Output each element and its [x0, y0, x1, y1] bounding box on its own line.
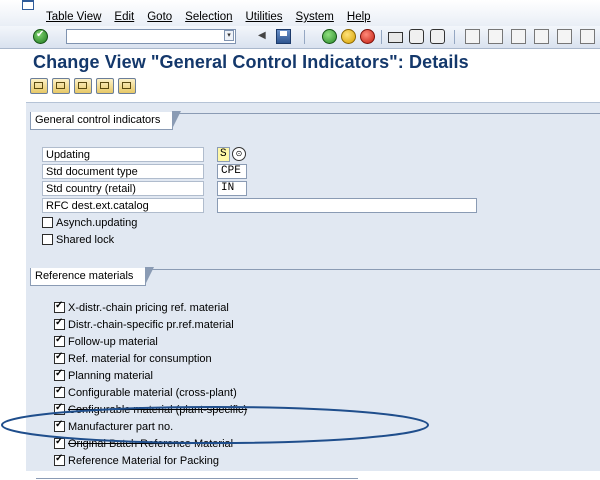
checkbox[interactable] [54, 436, 65, 449]
ref-item-distr-chain-specific[interactable]: Distr.-chain-specific pr.ref.material [54, 317, 234, 332]
menu-items: Table View Edit Goto Selection Utilities… [46, 11, 371, 23]
page-title: Change View "General Control Indicators"… [33, 52, 469, 72]
back-icon[interactable] [322, 29, 337, 44]
rfc-dest-input[interactable] [217, 198, 477, 213]
reference-materials-list: X-distr.-chain pricing ref. material Dis… [36, 300, 358, 479]
create-session-icon[interactable] [557, 29, 572, 44]
group-title: Reference materials [30, 267, 155, 286]
checkbox[interactable] [54, 334, 65, 347]
checkbox-label: Ref. material for consumption [68, 352, 212, 365]
ref-item-configurable-cross-plant[interactable]: Configurable material (cross-plant) [54, 385, 237, 400]
next-page-icon[interactable] [511, 29, 526, 44]
menu-utilities[interactable]: Utilities [245, 11, 282, 23]
checkbox-label: Follow-up material [68, 335, 158, 348]
checkbox-label: X-distr.-chain pricing ref. material [68, 301, 229, 314]
checkbox-label: Configurable material (cross-plant) [68, 386, 237, 399]
toolbar-separator [381, 30, 382, 44]
find-next-icon[interactable] [430, 29, 445, 44]
checkbox-label: Manufacturer part no. [68, 420, 174, 433]
checkbox[interactable] [54, 419, 65, 432]
cancel-icon[interactable] [360, 29, 375, 44]
toolbar-separator [304, 30, 305, 44]
save-icon[interactable] [276, 29, 291, 44]
std-country-input[interactable]: IN [217, 181, 247, 196]
group-title-text: Reference materials [35, 270, 134, 282]
checkbox-label: Planning material [68, 369, 153, 382]
ref-item-xdistr-pricing[interactable]: X-distr.-chain pricing ref. material [54, 300, 229, 315]
value-help-icon[interactable]: ⊙ [232, 147, 246, 161]
checkbox[interactable] [54, 300, 65, 313]
checkbox-label: Distr.-chain-specific pr.ref.material [68, 318, 234, 331]
ref-item-manufacturer-part-no[interactable]: Manufacturer part no. [54, 419, 173, 434]
checkbox-label: Original Batch Reference Material [68, 437, 234, 450]
checkbox-asynch-updating[interactable]: Asynch.updating [42, 215, 137, 230]
menu-help[interactable]: Help [347, 11, 371, 23]
workspace: General control indicators Updating S ⊙ … [26, 102, 600, 479]
ref-item-consumption[interactable]: Ref. material for consumption [54, 351, 212, 366]
field-label: RFC dest.ext.catalog [42, 198, 204, 213]
system-menu-icon[interactable] [22, 0, 34, 10]
field-label: Std document type [42, 164, 204, 179]
std-document-type-input[interactable]: CPE [217, 164, 247, 179]
field-label: Updating [42, 147, 204, 162]
command-field[interactable] [66, 29, 236, 44]
updating-input[interactable]: S [217, 147, 230, 162]
checkbox-shared-lock[interactable]: Shared lock [42, 232, 114, 247]
application-toolbar [30, 78, 136, 94]
menu-goto[interactable]: Goto [147, 11, 172, 23]
print-icon[interactable] [388, 32, 403, 43]
previous-page-icon[interactable] [488, 29, 503, 44]
checkbox[interactable] [54, 385, 65, 398]
menu-system[interactable]: System [296, 11, 334, 23]
scroll-left-icon[interactable]: ◀ [258, 30, 273, 45]
ref-item-planning[interactable]: Planning material [54, 368, 153, 383]
find-icon[interactable] [409, 29, 424, 44]
toolbar-separator [454, 30, 455, 44]
checkbox-label: Reference Material for Packing [68, 454, 220, 467]
ref-item-follow-up[interactable]: Follow-up material [54, 334, 158, 349]
command-history-dropdown-icon[interactable]: ▾ [224, 30, 234, 41]
variable-list-icon[interactable] [118, 78, 136, 94]
checkbox-label: Configurable material (plant-specific) [68, 403, 248, 416]
last-page-icon[interactable] [534, 29, 549, 44]
reference-materials-group: Reference materials X-distr.-chain prici… [30, 267, 600, 480]
ref-item-original-batch[interactable]: Original Batch Reference Material [54, 436, 233, 451]
ref-item-configurable-plant-specific[interactable]: Configurable material (plant-specific) [54, 402, 247, 417]
checkbox[interactable] [42, 217, 53, 228]
checkbox[interactable] [54, 402, 65, 415]
checkbox-label: Shared lock [56, 233, 115, 246]
next-entry-icon[interactable] [96, 78, 114, 94]
general-control-group: General control indicators Updating S ⊙ … [30, 111, 600, 256]
checkbox[interactable] [54, 317, 65, 330]
undo-icon[interactable] [52, 78, 70, 94]
first-page-icon[interactable] [465, 29, 480, 44]
display-change-icon[interactable] [30, 78, 48, 94]
menu-bar: Table View Edit Goto Selection Utilities… [0, 0, 600, 27]
field-label: Std country (retail) [42, 181, 204, 196]
previous-entry-icon[interactable] [74, 78, 92, 94]
checkbox[interactable] [54, 453, 65, 466]
menu-edit[interactable]: Edit [114, 11, 134, 23]
checkbox[interactable] [42, 234, 53, 245]
enter-icon[interactable] [33, 29, 48, 44]
shortcut-icon[interactable] [580, 29, 595, 44]
exit-icon[interactable] [341, 29, 356, 44]
menu-selection[interactable]: Selection [185, 11, 232, 23]
group-title-text: General control indicators [35, 114, 161, 126]
group-title: General control indicators [30, 111, 182, 130]
menu-table-view[interactable]: Table View [46, 11, 101, 23]
checkbox[interactable] [54, 351, 65, 364]
ref-item-packing[interactable]: Reference Material for Packing [54, 453, 219, 468]
checkbox[interactable] [54, 368, 65, 381]
standard-toolbar: ▾ ◀ [0, 26, 600, 49]
checkbox-label: Asynch.updating [56, 216, 138, 229]
